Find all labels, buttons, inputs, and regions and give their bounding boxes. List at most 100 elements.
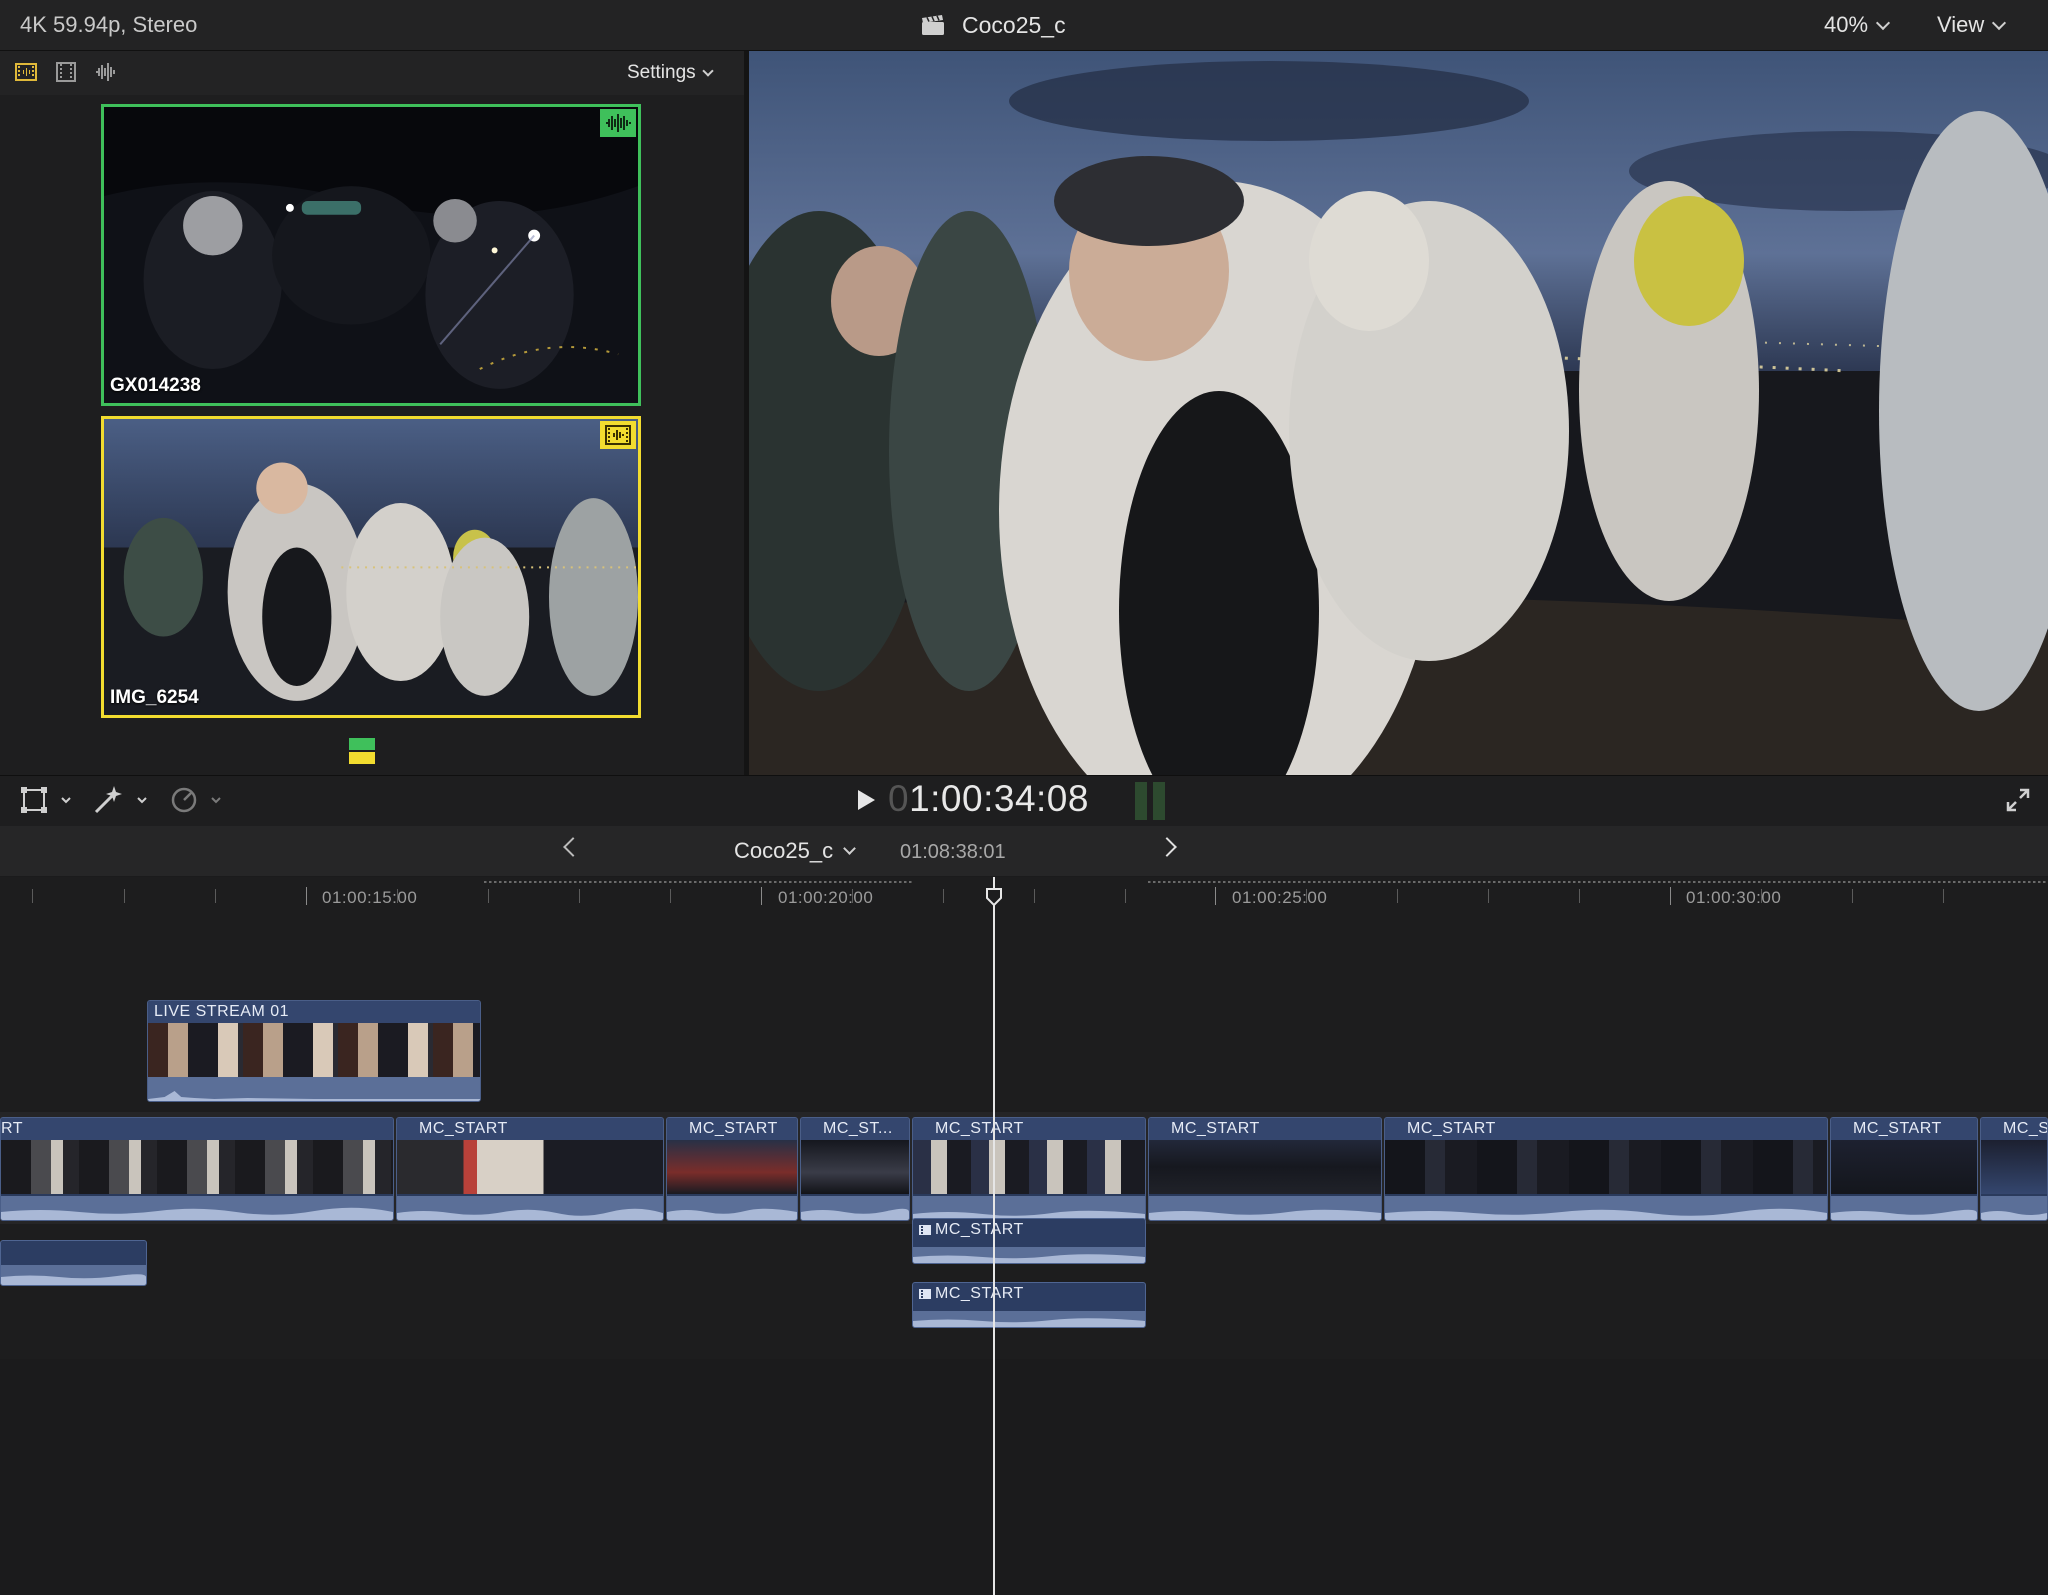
- enhancements-menu[interactable]: [92, 784, 154, 814]
- angle-gx014238[interactable]: GX014238: [101, 104, 641, 406]
- connected-audio-clip[interactable]: [0, 1240, 147, 1286]
- timeline-header: [0, 826, 2048, 876]
- render-dots: [484, 881, 912, 883]
- clip-waveform: [913, 1311, 1145, 1327]
- project-duration: 01:08:38:01: [900, 841, 1006, 863]
- clip-filmstrip: [801, 1140, 909, 1194]
- project-menu[interactable]: Coco25_c: [734, 838, 856, 864]
- playhead-handle-icon[interactable]: [986, 888, 1002, 906]
- viewer-title-text: Coco25_c: [962, 11, 1066, 38]
- clip-waveform: [913, 1247, 1145, 1263]
- connected-clip[interactable]: MC_START: [912, 1282, 1146, 1328]
- connected-clip-live-stream[interactable]: LIVE STREAM 01: [147, 1000, 481, 1102]
- clip-filmstrip: [397, 1140, 663, 1194]
- connected-clip[interactable]: MC_START: [912, 1218, 1146, 1264]
- timecode-display[interactable]: 01:00:34:08: [888, 778, 1089, 820]
- clip-waveform: [667, 1196, 797, 1220]
- timeline-empty-area: [0, 1359, 2048, 1595]
- clip-waveform: [1, 1265, 146, 1285]
- clip-title: MC_START: [1385, 1118, 1827, 1140]
- retime-menu[interactable]: [168, 784, 230, 814]
- project-name: Coco25_c: [734, 838, 834, 863]
- clip-title: MC_START: [935, 1285, 1024, 1302]
- angle-bank-indicator-icon[interactable]: [349, 738, 375, 764]
- chevron-down-icon: [701, 64, 714, 77]
- angle-thumbnail: [104, 419, 638, 715]
- zoom-menu[interactable]: 40%: [1824, 12, 1891, 38]
- clip-title: MC_ST...: [801, 1118, 909, 1140]
- angle-name: GX014238: [110, 375, 201, 396]
- clip-filmstrip: [1149, 1140, 1381, 1194]
- clip-title: MC_START: [1149, 1118, 1381, 1140]
- primary-clip-current[interactable]: MC_START: [912, 1117, 1146, 1221]
- clip-waveform: [1, 1196, 393, 1220]
- clip-filmstrip: [1385, 1140, 1827, 1194]
- clip-waveform: [801, 1196, 909, 1220]
- primary-clip[interactable]: MC_START: [1384, 1117, 1828, 1221]
- ruler-label: 01:00:25:00: [1232, 888, 1328, 907]
- primary-clip[interactable]: MC_START: [1830, 1117, 1978, 1221]
- clip-title: MC_START: [397, 1118, 663, 1140]
- viewer[interactable]: [749, 51, 2048, 775]
- primary-clip[interactable]: MC_ST...: [800, 1117, 910, 1221]
- chevron-down-icon: [1992, 15, 2007, 30]
- clip-title: MC_START: [1831, 1118, 1977, 1140]
- transform-tool-menu[interactable]: [20, 786, 80, 814]
- clip-title: MC_START: [913, 1118, 1145, 1140]
- primary-clip[interactable]: MC_S: [1980, 1117, 2048, 1221]
- playhead[interactable]: [993, 877, 995, 1595]
- clip-title: MC_START: [935, 1221, 1024, 1238]
- project-format: 4K 59.94p, Stereo: [20, 12, 198, 37]
- video-only-switch-icon[interactable]: [54, 60, 78, 84]
- clip-filmstrip: [1, 1140, 393, 1194]
- clip-filmstrip: [667, 1140, 797, 1194]
- angle-img-6254[interactable]: IMG_6254: [101, 416, 641, 718]
- clip-waveform: [913, 1196, 1145, 1220]
- audio-angle-badge: [600, 109, 636, 137]
- primary-clip[interactable]: RT: [0, 1117, 394, 1221]
- clip-title: RT: [1, 1118, 393, 1140]
- clip-filmstrip: [148, 1023, 480, 1077]
- clip-waveform: [1981, 1196, 2047, 1220]
- viewer-title: Coco25_c: [920, 10, 1066, 40]
- clip-filmstrip: [913, 1140, 1145, 1194]
- angle-thumbnail: [104, 107, 638, 403]
- clip-waveform: [1385, 1196, 1827, 1220]
- timeline-ruler[interactable]: 01:00:15:00 01:00:20:00 01:00:25:00 01:0…: [0, 877, 2048, 907]
- timecode-value: 1:00:34:08: [909, 778, 1089, 819]
- viewer-frame: [749, 51, 2048, 775]
- filmstrip-waveform-icon: [605, 425, 631, 445]
- view-label: View: [1937, 12, 1985, 37]
- settings-menu[interactable]: Settings: [627, 62, 714, 84]
- clip-waveform: [397, 1196, 663, 1220]
- clip-waveform: [1831, 1196, 1977, 1220]
- video-angle-badge: [600, 421, 636, 449]
- chevron-down-icon: [843, 842, 856, 855]
- clip-filmstrip: [1981, 1140, 2047, 1194]
- clip-title: MC_START: [667, 1118, 797, 1140]
- render-dots: [1148, 881, 2048, 883]
- waveform-icon: [606, 114, 631, 132]
- chevron-down-icon: [1875, 15, 1891, 30]
- clapper-icon: [922, 15, 944, 35]
- clip-title: LIVE STREAM 01: [148, 1001, 480, 1023]
- video-audio-switch-icon[interactable]: [14, 60, 38, 84]
- ruler-label: 01:00:30:00: [1686, 888, 1782, 907]
- angle-name: IMG_6254: [110, 687, 199, 708]
- play-button[interactable]: [858, 790, 875, 810]
- view-menu[interactable]: View: [1937, 12, 2007, 38]
- zoom-value: 40%: [1824, 12, 1869, 37]
- primary-clip[interactable]: MC_START: [396, 1117, 664, 1221]
- clip-title: MC_S: [1981, 1118, 2047, 1140]
- audio-meter: [1135, 782, 1169, 820]
- fullscreen-icon[interactable]: [2004, 786, 2032, 814]
- clip-waveform: [1149, 1196, 1381, 1220]
- settings-label: Settings: [627, 62, 696, 83]
- ruler-label: 01:00:15:00: [322, 888, 418, 907]
- audio-only-switch-icon[interactable]: [94, 60, 118, 84]
- ruler-label: 01:00:20:00: [778, 888, 874, 907]
- primary-clip[interactable]: MC_START: [1148, 1117, 1382, 1221]
- clip-waveform: [148, 1077, 480, 1101]
- primary-clip[interactable]: MC_START: [666, 1117, 798, 1221]
- clip-filmstrip: [1831, 1140, 1977, 1194]
